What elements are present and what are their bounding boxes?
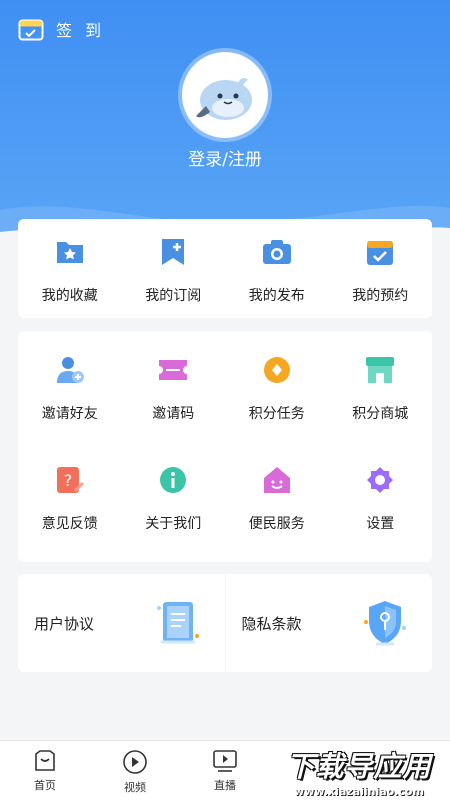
home-icon — [35, 750, 55, 771]
settings-label: 设置 — [366, 516, 395, 532]
add-user-icon — [55, 355, 85, 385]
invite-friends-label: 邀请好友 — [41, 406, 98, 422]
login-register-link[interactable]: 登录/注册 — [0, 145, 450, 170]
points-mall-label: 积分商城 — [352, 406, 409, 422]
my-posts-button[interactable]: 我的发布 — [225, 237, 329, 305]
tab-video[interactable]: 视频 — [90, 741, 180, 801]
folder-star-icon — [55, 237, 85, 267]
user-agreement-button[interactable]: 用户协议 — [18, 574, 225, 672]
signin-button[interactable]: 签 到 — [18, 17, 105, 41]
privacy-policy-button[interactable]: 隐私条款 — [225, 574, 432, 672]
site-watermark: 下载导应用 www.xiazaiiniao.com — [270, 742, 448, 800]
points-tasks-button[interactable]: 积分任务 — [225, 355, 329, 423]
points-tasks-label: 积分任务 — [248, 406, 305, 422]
home-smile-icon — [262, 465, 292, 495]
info-icon — [158, 465, 188, 495]
tab-home-label: 首页 — [34, 779, 56, 792]
my-favorites-button[interactable]: 我的收藏 — [18, 237, 122, 305]
gear-icon — [365, 465, 395, 495]
about-us-label: 关于我们 — [145, 516, 202, 532]
profile-header: 签 到 登录/注册 — [0, 0, 450, 250]
services-card: 邀请好友 邀请码 积分任务 积分商城 ? 意见反馈 关于我们 便民服务 设置 — [18, 331, 432, 562]
privacy-policy-label: 隐私条款 — [241, 614, 302, 633]
invite-code-button[interactable]: 邀请码 — [122, 355, 226, 423]
tab-live-label: 直播 — [214, 779, 236, 792]
quick-actions-card: 我的收藏 我的订阅 我的发布 我的预约 — [18, 219, 432, 318]
settings-button[interactable]: 设置 — [329, 465, 433, 533]
bookmark-plus-icon — [158, 237, 188, 267]
store-icon — [365, 355, 395, 385]
feedback-label: 意见反馈 — [41, 516, 98, 532]
tab-home[interactable]: 首页 — [0, 741, 90, 801]
my-favorites-label: 我的收藏 — [41, 288, 98, 304]
tab-live[interactable]: 直播 — [180, 741, 270, 801]
play-circle-icon — [123, 750, 147, 774]
watermark-main-text: 下载导应用 — [286, 749, 432, 783]
feedback-button[interactable]: ? 意见反馈 — [18, 465, 122, 533]
watermark-url-text: www.xiazaiiniao.com — [294, 784, 424, 798]
convenience-services-label: 便民服务 — [248, 516, 305, 532]
convenience-services-button[interactable]: 便民服务 — [225, 465, 329, 533]
ticket-icon — [158, 355, 188, 385]
points-mall-button[interactable]: 积分商城 — [329, 355, 433, 423]
my-reservations-button[interactable]: 我的预约 — [329, 237, 433, 305]
my-subscriptions-button[interactable]: 我的订阅 — [122, 237, 226, 305]
tv-play-icon — [213, 750, 237, 772]
feedback-icon: ? — [55, 465, 85, 495]
calendar-check-icon — [365, 237, 395, 267]
svg-text:?: ? — [64, 471, 73, 490]
coin-icon — [262, 355, 292, 385]
invite-friends-button[interactable]: 邀请好友 — [18, 355, 122, 423]
calendar-icon — [18, 19, 44, 41]
document-icon — [155, 598, 201, 652]
avatar[interactable] — [182, 52, 268, 138]
tab-video-label: 视频 — [124, 781, 146, 794]
my-reservations-label: 我的预约 — [352, 288, 409, 304]
my-posts-label: 我的发布 — [248, 288, 305, 304]
agreements-row: 用户协议 隐私条款 — [18, 574, 432, 672]
invite-code-label: 邀请码 — [152, 406, 195, 422]
about-us-button[interactable]: 关于我们 — [122, 465, 226, 533]
camera-icon — [262, 237, 292, 267]
my-subscriptions-label: 我的订阅 — [145, 288, 202, 304]
dolphin-avatar-icon — [196, 78, 252, 120]
signin-label: 签 到 — [56, 21, 106, 40]
shield-key-icon — [362, 598, 408, 652]
user-agreement-label: 用户协议 — [34, 614, 95, 633]
